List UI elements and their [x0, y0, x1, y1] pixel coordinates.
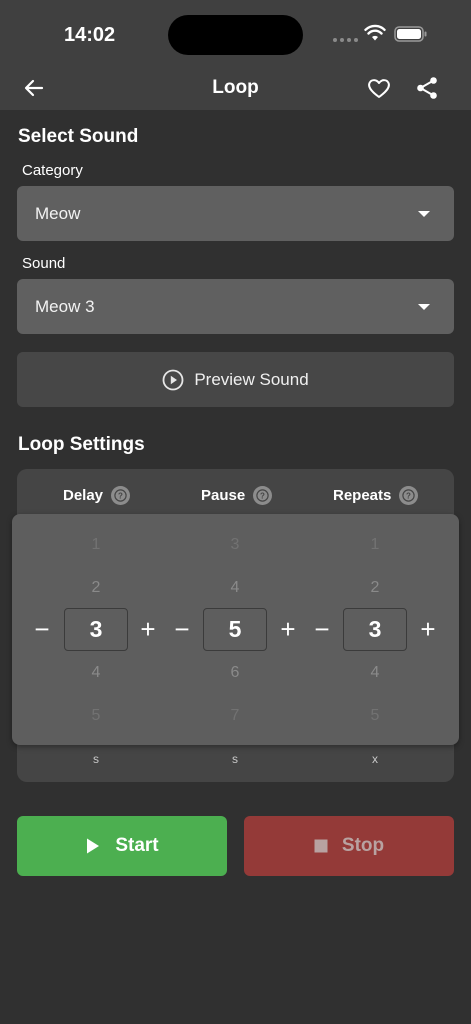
repeats-plus-button[interactable]: +: [415, 612, 441, 646]
delay-plus-button[interactable]: +: [135, 612, 161, 646]
pause-unit: s: [232, 752, 238, 766]
battery-icon: [394, 26, 427, 42]
delay-header: Delay ?: [63, 486, 131, 505]
svg-text:?: ?: [260, 491, 265, 500]
start-label: Start: [115, 835, 159, 856]
status-time: 14:02: [64, 24, 116, 46]
pause-plus-button[interactable]: +: [275, 612, 301, 646]
pause-wheel-option[interactable]: 3: [215, 536, 255, 554]
delay-wheel-option[interactable]: 1: [76, 536, 116, 554]
page-title: Loop: [212, 77, 259, 98]
preview-sound-button[interactable]: Preview Sound: [17, 352, 454, 407]
svg-text:?: ?: [406, 491, 411, 500]
share-icon[interactable]: [414, 75, 440, 101]
wifi-icon: [364, 24, 386, 41]
play-icon: [87, 838, 100, 854]
help-icon[interactable]: ?: [253, 486, 273, 505]
delay-unit: s: [93, 752, 99, 766]
delay-wheel-option[interactable]: 2: [76, 579, 116, 597]
start-button[interactable]: Start: [17, 816, 227, 876]
pause-wheel-option[interactable]: 4: [215, 579, 255, 597]
dropdown-arrow-icon: [418, 304, 430, 310]
stop-label: Stop: [341, 835, 385, 856]
status-bar: 14:02: [0, 0, 471, 66]
repeats-minus-button[interactable]: −: [309, 612, 335, 646]
stop-square-icon: [314, 839, 328, 853]
repeats-title: Repeats: [333, 487, 392, 504]
play-circle-icon: [162, 369, 184, 390]
signal-icon: [333, 38, 358, 42]
category-label: Category: [22, 162, 83, 179]
repeats-wheel-option[interactable]: 4: [355, 664, 395, 682]
repeats-value[interactable]: 3: [343, 608, 407, 651]
select-sound-heading: Select Sound: [18, 126, 139, 147]
sound-value: Meow 3: [35, 297, 95, 316]
pause-wheel-option[interactable]: 6: [215, 664, 255, 682]
dynamic-island: [168, 15, 303, 55]
repeats-unit: x: [372, 752, 378, 766]
delay-minus-button[interactable]: −: [29, 612, 55, 646]
repeats-header: Repeats ?: [333, 486, 419, 505]
delay-value[interactable]: 3: [64, 608, 128, 651]
pause-value[interactable]: 5: [203, 608, 267, 651]
preview-sound-label: Preview Sound: [194, 369, 309, 389]
pause-header: Pause ?: [201, 486, 273, 505]
delay-wheel-option[interactable]: 4: [76, 664, 116, 682]
help-icon[interactable]: ?: [399, 486, 419, 505]
stop-button[interactable]: Stop: [244, 816, 454, 876]
help-icon[interactable]: ?: [111, 486, 131, 505]
sound-select[interactable]: Meow 3: [17, 279, 454, 334]
repeats-wheel-option[interactable]: 5: [355, 707, 395, 725]
repeats-wheel-option[interactable]: 2: [355, 579, 395, 597]
category-value: Meow: [35, 204, 81, 223]
delay-title: Delay: [63, 487, 104, 504]
category-select[interactable]: Meow: [17, 186, 454, 241]
svg-text:?: ?: [118, 491, 123, 500]
heart-icon[interactable]: [366, 75, 392, 101]
pause-minus-button[interactable]: −: [169, 612, 195, 646]
loop-settings-heading: Loop Settings: [18, 434, 145, 455]
pause-title: Pause: [201, 487, 246, 504]
sound-label: Sound: [22, 255, 66, 272]
delay-wheel-option[interactable]: 5: [76, 707, 116, 725]
repeats-wheel-option[interactable]: 1: [355, 536, 395, 554]
dropdown-arrow-icon: [418, 211, 430, 217]
nav-bar: Loop: [0, 66, 471, 110]
pause-wheel-option[interactable]: 7: [215, 707, 255, 725]
